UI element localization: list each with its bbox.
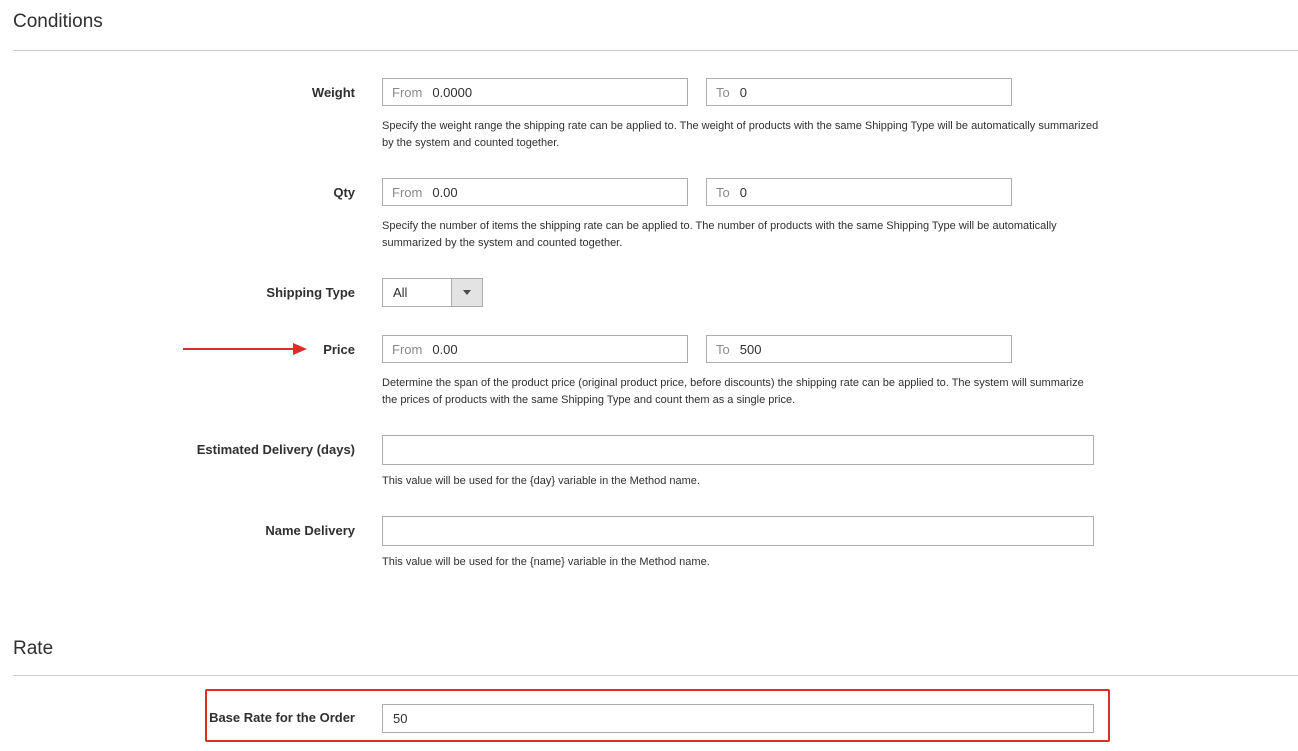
shipping-type-label: Shipping Type bbox=[266, 285, 355, 300]
weight-label: Weight bbox=[311, 85, 355, 100]
price-note: Determine the span of the product price … bbox=[382, 377, 1084, 406]
shipping-type-value: All bbox=[393, 285, 408, 300]
rate-title: Rate bbox=[13, 638, 54, 659]
chevron-down-icon bbox=[463, 290, 471, 295]
price-from-value: 0.00 bbox=[432, 341, 458, 357]
weight-note: Specify the weight range the shipping ra… bbox=[382, 120, 1099, 149]
qty-to-input[interactable]: To 0 bbox=[706, 178, 1012, 206]
qty-to-value: 0 bbox=[739, 184, 747, 200]
qty-to-prefix: To bbox=[716, 184, 730, 200]
name-delivery-label: Name Delivery bbox=[265, 523, 355, 538]
estimated-delivery-note: This value will be used for the {day} va… bbox=[382, 475, 700, 487]
conditions-divider bbox=[13, 50, 1298, 51]
price-from-input[interactable]: From 0.00 bbox=[382, 335, 688, 363]
name-delivery-input[interactable] bbox=[382, 516, 1094, 546]
price-to-value: 500 bbox=[739, 341, 762, 357]
estimated-delivery-label: Estimated Delivery (days) bbox=[196, 442, 355, 457]
base-rate-label: Base Rate for the Order bbox=[209, 710, 355, 725]
shipping-type-dropdown-button[interactable] bbox=[451, 279, 482, 306]
qty-note: Specify the number of items the shipping… bbox=[382, 220, 1057, 249]
weight-to-value: 0 bbox=[739, 84, 747, 100]
qty-from-input[interactable]: From 0.00 bbox=[382, 178, 688, 206]
qty-label: Qty bbox=[333, 185, 355, 200]
estimated-delivery-input[interactable] bbox=[382, 435, 1094, 465]
base-rate-value: 50 bbox=[393, 711, 408, 726]
weight-from-input[interactable]: From 0.0000 bbox=[382, 78, 688, 106]
price-to-prefix: To bbox=[716, 341, 730, 357]
price-to-input[interactable]: To 500 bbox=[706, 335, 1012, 363]
conditions-title: Conditions bbox=[13, 11, 103, 32]
base-rate-input[interactable]: 50 bbox=[382, 704, 1094, 733]
weight-from-value: 0.0000 bbox=[432, 84, 473, 100]
qty-from-prefix: From bbox=[392, 184, 423, 200]
name-delivery-note: This value will be used for the {name} v… bbox=[382, 556, 710, 568]
weight-to-input[interactable]: To 0 bbox=[706, 78, 1012, 106]
shipping-type-select[interactable]: All bbox=[382, 278, 483, 307]
weight-to-prefix: To bbox=[716, 84, 730, 100]
weight-from-prefix: From bbox=[392, 84, 423, 100]
price-label: Price bbox=[323, 342, 355, 357]
rate-divider bbox=[13, 675, 1298, 676]
qty-from-value: 0.00 bbox=[432, 184, 458, 200]
price-from-prefix: From bbox=[392, 341, 423, 357]
